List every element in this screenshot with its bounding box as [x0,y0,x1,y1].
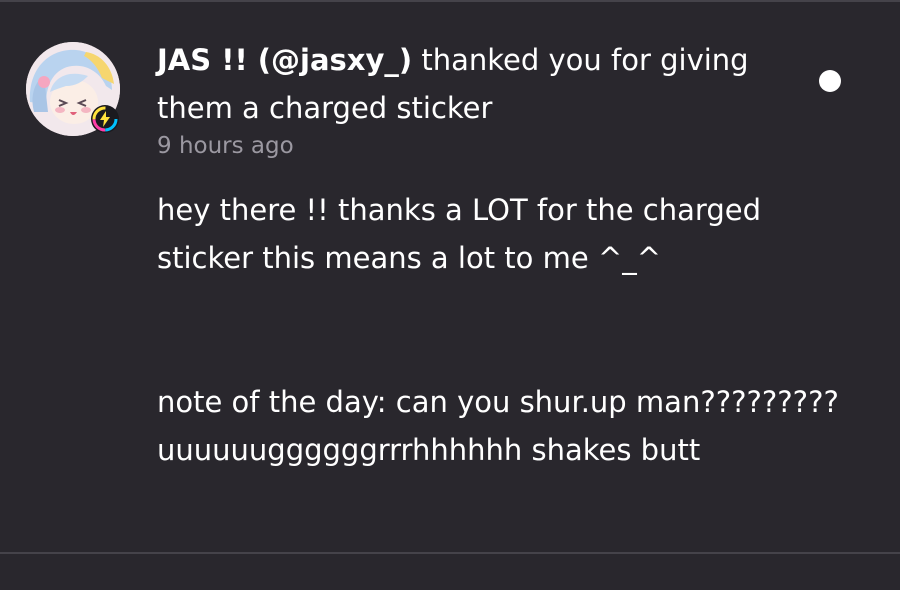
message-paragraph: note of the day: can you shur.up man????… [157,385,849,467]
bottom-divider [0,552,900,554]
lightning-bolt-badge-icon [90,104,120,134]
unread-indicator [819,70,841,92]
timestamp: 9 hours ago [157,133,294,159]
user-name-link[interactable]: JAS !! (@jasxy_) [157,43,412,77]
user-avatar[interactable] [26,42,120,136]
message-paragraph: hey there !! thanks a LOT for the charge… [157,193,771,275]
notification-header: JAS !! (@jasxy_) thanked you for giving … [157,36,797,132]
message-body: hey there !! thanks a LOT for the charge… [157,186,857,474]
notification-item[interactable]: JAS !! (@jasxy_) thanked you for giving … [0,2,900,552]
